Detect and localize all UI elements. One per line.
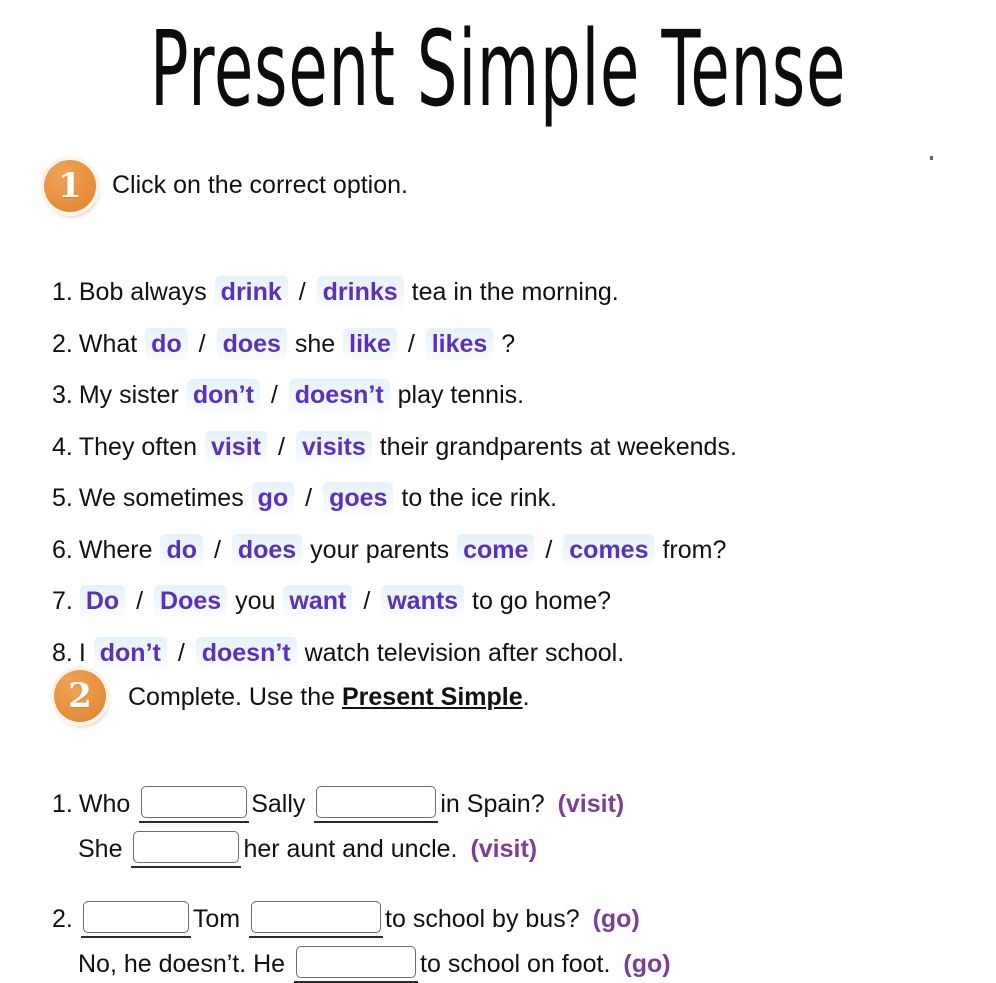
question-number: 4. <box>52 432 73 461</box>
sentence-text: No, he doesn’t. He <box>78 950 286 978</box>
answer-blank-input[interactable] <box>249 901 384 938</box>
sentence-text: tea in the morning. <box>411 278 619 306</box>
question-number: 7. <box>52 587 73 615</box>
sentence-text: in Spain? <box>440 790 545 818</box>
exercise-2-number-badge: 2 <box>54 670 106 722</box>
fill-in-item: 1. Who Sally in Spain? (visit) <box>52 786 625 823</box>
exercise-2-instruction: Complete. Use the Present Simple. <box>128 682 530 712</box>
option-separator: / <box>136 587 144 615</box>
answer-blank-input[interactable] <box>314 786 439 823</box>
sentence-text: to the ice rink. <box>401 484 558 512</box>
choice-option[interactable]: goes <box>323 482 394 515</box>
sentence-text: She <box>78 835 123 863</box>
answer-blank-input[interactable] <box>80 901 191 938</box>
exercise-2: 2 Complete. Use the Present Simple. 1. Wh… <box>0 662 996 983</box>
option-separator: / <box>213 535 221 564</box>
question-item: 3. My sister don’t / doesn’t play tennis. <box>52 379 524 412</box>
sentence-text: from? <box>662 535 727 564</box>
exercise-1: 1 Click on the correct option. 1. Bob alw… <box>0 158 996 670</box>
sentence-text: to go home? <box>472 587 612 615</box>
choice-option[interactable]: don’t <box>186 379 260 412</box>
choice-option[interactable]: does <box>216 327 287 361</box>
instruction-suffix: . <box>522 683 530 711</box>
choice-option[interactable]: comes <box>563 533 655 567</box>
choice-option[interactable]: drink <box>214 276 288 309</box>
option-separator: / <box>277 432 285 461</box>
sentence-text: What <box>78 329 138 358</box>
choice-option[interactable]: go <box>251 482 295 515</box>
question-number: 6. <box>52 535 73 564</box>
choice-option[interactable]: visits <box>295 430 372 464</box>
instruction-prefix: Complete. Use the <box>128 683 342 711</box>
option-separator: / <box>407 329 415 358</box>
verb-hint: (visit) <box>470 835 538 863</box>
sentence-text: your parents <box>310 535 450 564</box>
answer-blank-input[interactable] <box>139 786 250 823</box>
question-item: 5. We sometimes go / goes to the ice rink… <box>52 482 557 515</box>
option-separator: / <box>198 329 206 358</box>
sentence-text: They often <box>78 432 197 461</box>
fill-in-number: 1. <box>52 790 73 818</box>
choice-option[interactable]: do <box>145 327 188 361</box>
sentence-text: her aunt and uncle. <box>243 835 458 863</box>
choice-option[interactable]: like <box>343 327 397 361</box>
choice-option[interactable]: wants <box>381 585 465 618</box>
sentence-text: you <box>235 587 276 615</box>
question-item: 7. Do / Does you want / wants to go home? <box>52 585 611 618</box>
question-item: 4. They often visit / visits their grandp… <box>52 430 737 464</box>
sentence-text: their grandparents at weekends. <box>379 432 737 461</box>
verb-hint: (go) <box>592 905 640 933</box>
sentence-text: play tennis. <box>397 381 525 409</box>
sentence-text: ? <box>501 329 516 358</box>
sentence-text: to school on foot. <box>420 950 611 978</box>
option-separator: / <box>363 587 371 615</box>
question-item: 2. What do / does she like / likes ? <box>52 327 516 361</box>
question-number: 2. <box>52 329 73 358</box>
option-separator: / <box>298 278 306 306</box>
choice-option[interactable]: come <box>457 533 535 567</box>
answer-blank-input[interactable] <box>294 946 419 983</box>
instruction-emphasis: Present Simple <box>342 683 523 711</box>
option-separator: / <box>305 484 313 512</box>
verb-hint: (visit) <box>557 790 625 818</box>
sentence-text: Sally <box>251 790 306 818</box>
choice-option[interactable]: Does <box>154 585 228 618</box>
choice-option[interactable]: want <box>283 585 353 618</box>
choice-option[interactable]: Do <box>79 585 126 618</box>
answer-blank-input[interactable] <box>131 831 242 868</box>
page-title: Present Simple Tense <box>149 8 847 130</box>
sentence-text: Who <box>78 790 131 818</box>
exercise-2-header: 2 Complete. Use the Present Simple. <box>0 662 996 722</box>
question-number: 5. <box>52 484 73 512</box>
option-separator: / <box>545 535 553 564</box>
exercise-1-header: 1 Click on the correct option. <box>0 158 996 214</box>
sentence-text: Where <box>78 535 153 564</box>
exercise-1-number-badge: 1 <box>44 160 96 212</box>
title-container: Present Simple Tense <box>0 9 996 130</box>
fill-in-item: 2. Tom to school by bus? (go) <box>52 901 640 938</box>
choice-option[interactable]: likes <box>425 327 494 361</box>
sentence-text: My sister <box>78 381 179 409</box>
question-number: 1. <box>52 278 73 306</box>
sentence-text: Bob always <box>78 278 207 306</box>
sentence-text: We sometimes <box>78 484 244 512</box>
choice-option[interactable]: does <box>231 533 303 567</box>
option-separator: / <box>270 381 278 409</box>
exercise-1-instruction: Click on the correct option. <box>112 171 408 199</box>
sentence-text: Tom <box>192 905 241 933</box>
choice-option[interactable]: doesn’t <box>288 379 390 412</box>
question-item: 1. Bob always drink / drinks tea in the m… <box>52 276 619 309</box>
verb-hint: (go) <box>623 950 671 978</box>
choice-option[interactable]: visit <box>204 430 267 464</box>
choice-option[interactable]: drinks <box>316 276 404 309</box>
fill-in-number: 2. <box>52 905 73 933</box>
question-item: 6. Where do / does your parents come / co… <box>52 533 727 567</box>
question-number: 3. <box>52 381 73 409</box>
sentence-text: she <box>294 329 336 358</box>
sentence-text: to school by bus? <box>385 905 580 933</box>
fill-in-item: She her aunt and uncle. (visit) <box>78 831 538 868</box>
fill-in-item: No, he doesn’t. He to school on foot. (g… <box>78 946 671 983</box>
choice-option[interactable]: do <box>160 533 203 567</box>
